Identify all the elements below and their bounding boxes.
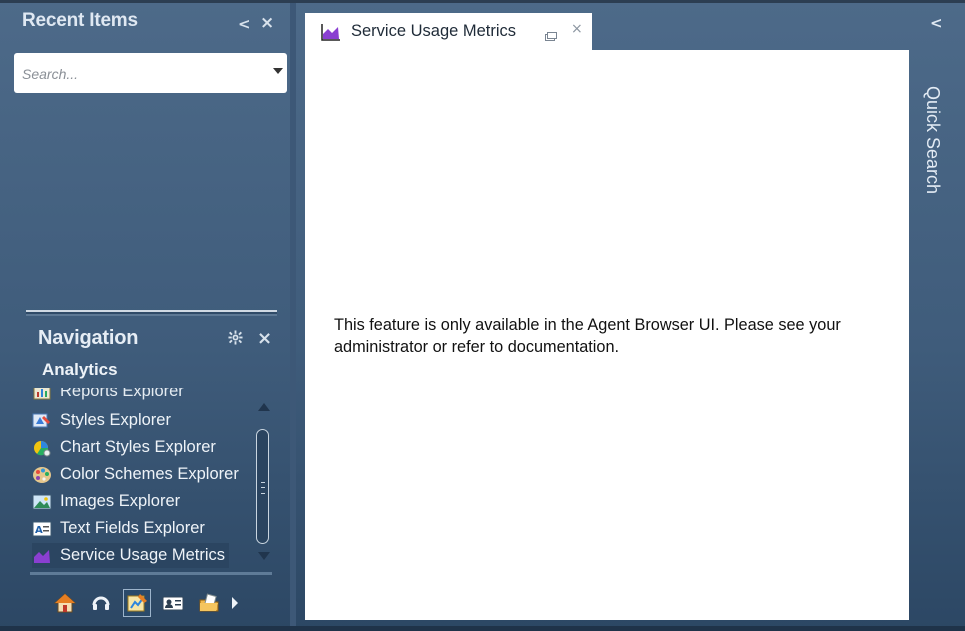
service-icon[interactable] — [88, 590, 114, 616]
home-icon[interactable] — [52, 590, 78, 616]
nav-item-service-usage-metrics[interactable]: Service Usage Metrics — [32, 543, 230, 568]
navigation-title: Navigation — [38, 327, 139, 349]
analytics-icon[interactable] — [123, 589, 151, 617]
grip-icon — [261, 482, 265, 494]
nav-item-color-schemes-explorer[interactable]: Color Schemes Explorer — [32, 462, 239, 487]
collapse-chevron-icon[interactable]: < — [930, 14, 943, 32]
content-area: This feature is only available in the Ag… — [305, 50, 909, 620]
service-usage-icon — [320, 23, 342, 45]
nav-item-images-explorer[interactable]: Images Explorer — [32, 489, 180, 514]
images-icon — [32, 493, 54, 511]
chart-styles-icon — [32, 439, 54, 457]
recent-items-title: Recent Items — [22, 10, 138, 31]
recent-items-search[interactable] — [14, 53, 287, 93]
tab-label: Service Usage Metrics — [351, 22, 517, 40]
nav-item-chart-styles-explorer[interactable]: Chart Styles Explorer — [32, 435, 216, 460]
collapse-chevron-icon[interactable]: < — [238, 15, 251, 33]
nav-item-label: Color Schemes Explorer — [60, 465, 239, 483]
navigation-scrollbar[interactable] — [255, 400, 271, 565]
navigation-divider — [30, 572, 272, 575]
window-bottom-border — [0, 626, 965, 631]
nav-item-label: Reports Explorer — [60, 388, 184, 400]
contacts-icon[interactable] — [160, 590, 186, 616]
nav-item-label: Chart Styles Explorer — [60, 438, 216, 456]
float-window-icon[interactable] — [545, 26, 557, 41]
tab-service-usage-metrics[interactable]: Service Usage Metrics × — [305, 13, 592, 50]
chevron-down-icon[interactable] — [273, 68, 283, 74]
more-arrow-icon[interactable] — [226, 590, 244, 616]
close-icon[interactable]: × — [260, 13, 274, 33]
scroll-up-arrow-icon[interactable] — [258, 403, 270, 411]
nav-item-label: Text Fields Explorer — [60, 519, 205, 537]
navigation-section-title: Analytics — [42, 360, 118, 379]
close-icon[interactable]: × — [257, 328, 272, 349]
styles-icon — [32, 412, 54, 430]
quick-search-tab[interactable]: Quick Search — [922, 86, 943, 194]
search-input[interactable] — [20, 62, 259, 86]
nav-item-label: Styles Explorer — [60, 411, 171, 429]
nav-item-text-fields-explorer[interactable]: A Text Fields Explorer — [32, 516, 205, 541]
color-schemes-icon — [32, 466, 54, 484]
nav-item-label: Service Usage Metrics — [60, 546, 226, 564]
panel-splitter[interactable] — [26, 310, 277, 316]
text-fields-icon: A — [32, 520, 54, 538]
nav-item-label: Images Explorer — [60, 492, 181, 510]
knowledge-icon[interactable] — [196, 590, 222, 616]
column-divider — [290, 3, 296, 626]
nav-item-reports-explorer[interactable]: Reports Explorer — [32, 388, 184, 404]
scroll-down-arrow-icon[interactable] — [258, 552, 270, 560]
scrollbar-thumb[interactable] — [256, 429, 269, 544]
module-switcher-bar — [50, 589, 280, 618]
feature-unavailable-message: This feature is only available in the Ag… — [334, 316, 841, 356]
service-usage-icon — [32, 547, 54, 565]
close-icon[interactable]: × — [571, 21, 583, 37]
reports-icon — [32, 388, 54, 401]
gear-icon[interactable] — [228, 330, 243, 349]
navigation-list: Reports Explorer Styles Explorer Chart S… — [30, 388, 256, 568]
svg-text:A: A — [35, 525, 43, 536]
nav-item-styles-explorer[interactable]: Styles Explorer — [32, 408, 171, 433]
